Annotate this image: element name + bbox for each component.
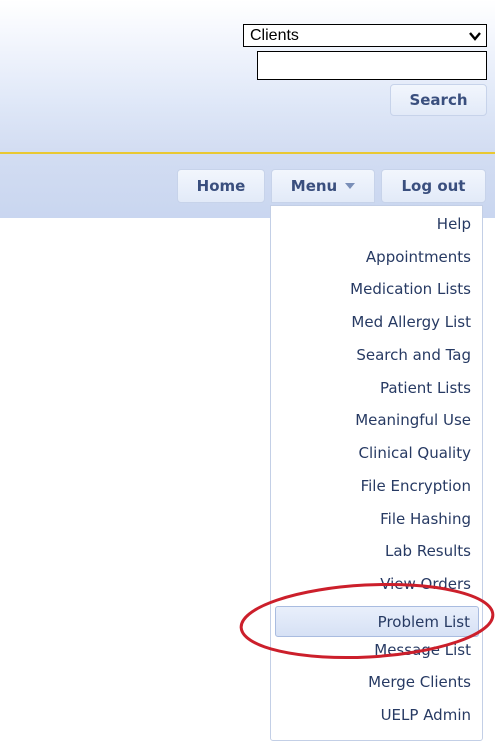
chevron-down-icon (469, 32, 481, 41)
menu-item-appointments[interactable]: Appointments (274, 242, 479, 273)
menu-item-uelp-admin[interactable]: UELP Admin (274, 700, 479, 731)
search-scope-select[interactable]: Clients (243, 24, 487, 47)
header-divider (0, 152, 495, 154)
logout-button-label: Log out (401, 177, 466, 195)
menu-item-help[interactable]: Help (274, 209, 479, 240)
home-button[interactable]: Home (177, 169, 265, 203)
menu-item-problem-list[interactable]: Problem List (275, 606, 479, 637)
menu-item-meaningful-use[interactable]: Meaningful Use (274, 405, 479, 436)
menu-item-medication-lists[interactable]: Medication Lists (274, 274, 479, 305)
menu-item-search-and-tag[interactable]: Search and Tag (274, 340, 479, 371)
menu-button-label: Menu (290, 177, 338, 195)
app-window: Clients Search Home Menu Log out Help Ap… (0, 0, 495, 743)
menu-button[interactable]: Menu (271, 169, 375, 203)
menu-item-message-list[interactable]: Message List (274, 635, 479, 666)
home-button-label: Home (196, 177, 246, 195)
menu-item-med-allergy-list[interactable]: Med Allergy List (274, 307, 479, 338)
menu-item-patient-lists[interactable]: Patient Lists (274, 373, 479, 404)
logout-button[interactable]: Log out (381, 169, 486, 203)
menu-item-view-orders[interactable]: View Orders (274, 569, 479, 600)
menu-item-merge-clients[interactable]: Merge Clients (274, 667, 479, 698)
menu-item-lab-results[interactable]: Lab Results (274, 536, 479, 567)
search-button-label: Search (409, 91, 468, 109)
menu-item-clinical-quality[interactable]: Clinical Quality (274, 438, 479, 469)
caret-down-icon (345, 182, 356, 189)
menu-dropdown: Help Appointments Medication Lists Med A… (270, 205, 483, 741)
menu-item-file-hashing[interactable]: File Hashing (274, 504, 479, 535)
search-input[interactable] (257, 51, 487, 80)
search-scope-value: Clients (250, 27, 299, 44)
menu-item-file-encryption[interactable]: File Encryption (274, 471, 479, 502)
search-button[interactable]: Search (390, 84, 487, 116)
